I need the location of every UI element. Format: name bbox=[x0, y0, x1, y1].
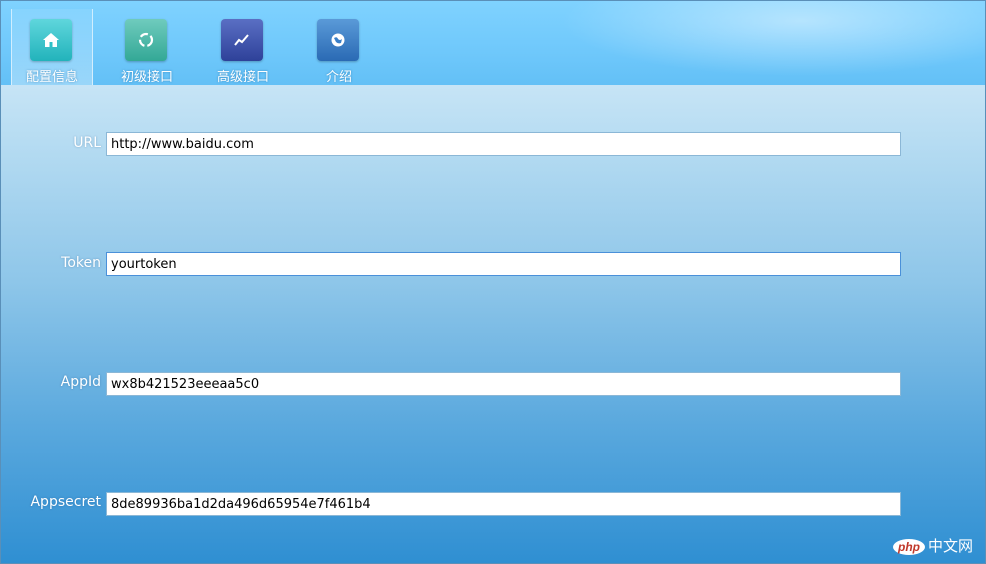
token-label: Token bbox=[61, 255, 101, 271]
watermark: php 中文网 bbox=[893, 535, 973, 556]
tab-advanced-api[interactable]: 高级接口 bbox=[203, 9, 283, 85]
trend-icon bbox=[221, 19, 263, 61]
appid-input[interactable] bbox=[106, 372, 901, 396]
appid-label: AppId bbox=[60, 374, 101, 390]
tab-label: 介绍 bbox=[325, 70, 352, 85]
url-label: URL bbox=[73, 135, 101, 151]
refresh-icon bbox=[125, 19, 167, 61]
watermark-text: 中文网 bbox=[928, 538, 974, 555]
token-input[interactable] bbox=[106, 252, 901, 276]
appsecret-label: Appsecret bbox=[30, 494, 101, 510]
globe-icon bbox=[317, 19, 359, 61]
tab-config-info[interactable]: 配置信息 bbox=[11, 9, 93, 85]
tab-label: 初级接口 bbox=[120, 70, 173, 85]
toolbar: 配置信息 初级接口 高级接口 介绍 bbox=[1, 1, 985, 85]
tab-basic-api[interactable]: 初级接口 bbox=[107, 9, 187, 85]
home-icon bbox=[30, 19, 72, 61]
php-badge: php bbox=[893, 539, 925, 555]
app-window: 配置信息 初级接口 高级接口 介绍 URL Token AppId Appsec… bbox=[0, 0, 986, 564]
tab-label: 配置信息 bbox=[25, 70, 78, 85]
tab-intro[interactable]: 介绍 bbox=[299, 9, 379, 85]
url-input[interactable] bbox=[106, 132, 901, 156]
toolbar-sheen bbox=[541, 1, 985, 81]
tab-label: 高级接口 bbox=[216, 70, 269, 85]
appsecret-input[interactable] bbox=[106, 492, 901, 516]
